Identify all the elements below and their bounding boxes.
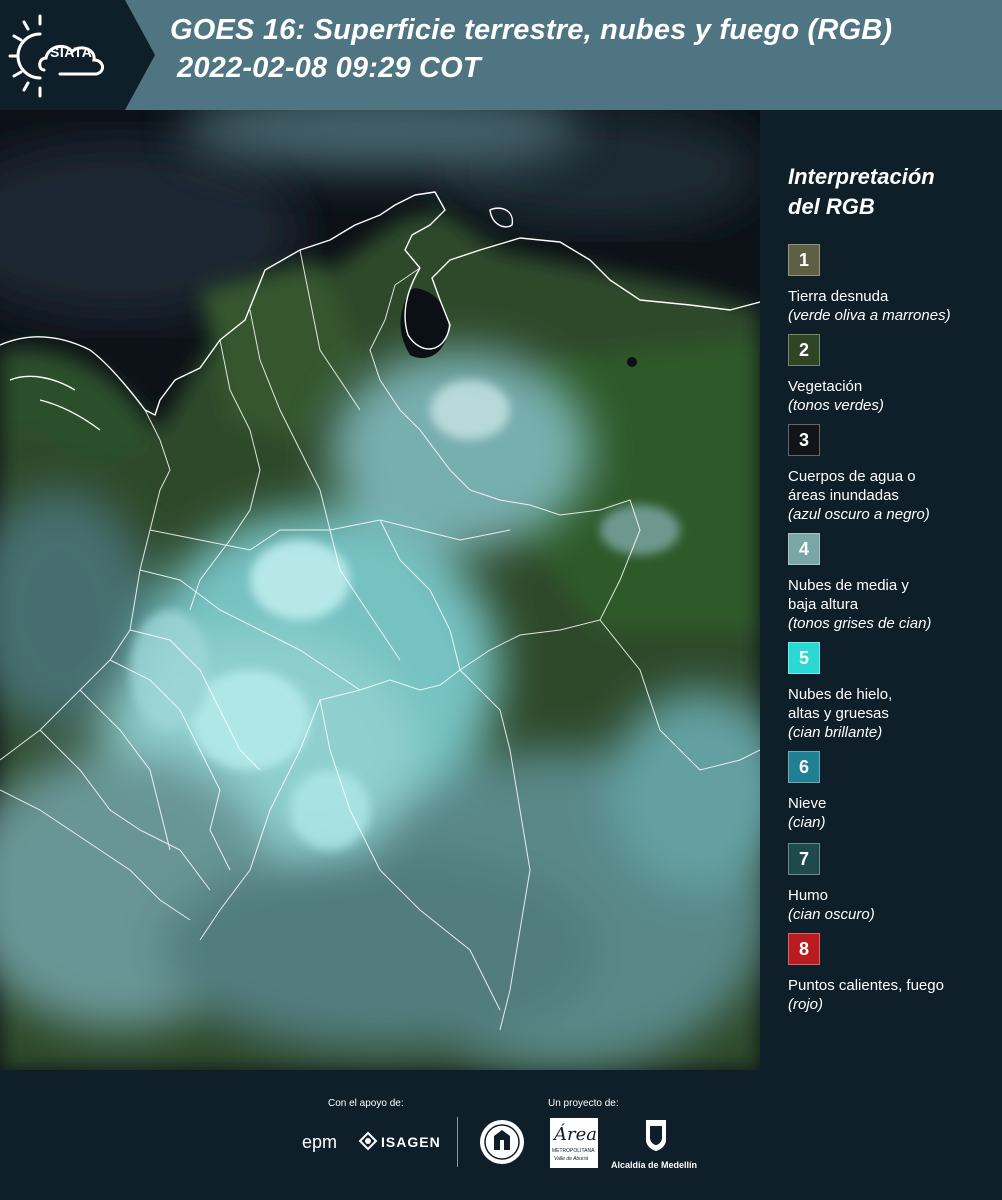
legend-item-water: 3 Cuerpos de agua o áreas inundadas (azu… [788, 424, 993, 524]
legend-label: Puntos calientes, fuego [788, 977, 944, 994]
legend-swatch: 2 [788, 334, 820, 366]
legend-note: (tonos verdes) [788, 397, 884, 414]
legend-note: (azul oscuro a negro) [788, 506, 930, 523]
epm-logo: epm [302, 1132, 338, 1152]
rgb-satellite-image [0, 110, 760, 1070]
legend-label: Nieve [788, 795, 827, 812]
legend-panel: Interpretación del RGB 1 Tierra desnuda … [760, 110, 1002, 1070]
legend-title: Interpretación del RGB [788, 162, 988, 222]
legend-item-low-clouds: 4 Nubes de media y baja altura (tonos gr… [788, 533, 993, 633]
legend-label-line2: áreas inundadas [788, 487, 899, 504]
footer: Con el apoyo de: Un proyecto de: epm ISA… [0, 1070, 1002, 1200]
legend-swatch: 6 [788, 751, 820, 783]
legend-note: (cian brillante) [788, 724, 883, 741]
legend-label-line2: baja altura [788, 596, 859, 613]
legend-note: (cian oscuro) [788, 906, 875, 923]
legend-item-vegetation: 2 Vegetación (tonos verdes) [788, 334, 993, 415]
legend-item-snow: 6 Nieve (cian) [788, 751, 993, 832]
area-metropolitana-logo: Área METROPOLITANA Valle de Aburrá [550, 1118, 598, 1168]
legend-note: (cian) [788, 814, 826, 831]
legend-title-line1: Interpretación [788, 164, 935, 189]
area-logo-sub1: METROPOLITANA [552, 1148, 595, 1154]
isagen-logo: ISAGEN [381, 1134, 441, 1150]
support-caption: Con el apoyo de: [328, 1098, 404, 1109]
legend-note: (tonos grises de cian) [788, 615, 932, 632]
legend-item-bare-land: 1 Tierra desnuda (verde oliva a marrones… [788, 244, 993, 325]
legend-label-line2: altas y gruesas [788, 705, 889, 722]
project-caption: Un proyecto de: [548, 1098, 619, 1109]
medellin-seal-icon [480, 1120, 524, 1164]
area-logo-main: Área [554, 1124, 597, 1145]
legend-item-ice-clouds: 5 Nubes de hielo, altas y gruesas (cian … [788, 642, 993, 742]
isagen-logo-icon [358, 1131, 378, 1151]
legend-note: (verde oliva a marrones) [788, 307, 951, 324]
legend-note: (rojo) [788, 996, 824, 1013]
legend-label: Tierra desnuda [788, 288, 889, 305]
legend-label: Humo [788, 887, 829, 904]
legend-item-fire: 8 Puntos calientes, fuego (rojo) [788, 933, 993, 1014]
legend-swatch: 1 [788, 244, 820, 276]
footer-divider [457, 1117, 458, 1167]
legend-swatch: 3 [788, 424, 820, 456]
legend-label: Nubes de media y [788, 577, 909, 594]
area-logo-sub2: Valle de Aburrá [554, 1156, 589, 1162]
siata-logo-text: SIATA [50, 44, 93, 60]
legend-label: Nubes de hielo, [788, 686, 893, 703]
legend-item-smoke: 7 Humo (cian oscuro) [788, 843, 993, 924]
header-banner: SIATA GOES 16: Superficie terrestre, nub… [0, 0, 1002, 110]
page-title: GOES 16: Superficie terrestre, nubes y f… [170, 14, 893, 46]
legend-swatch: 7 [788, 843, 820, 875]
legend-label: Vegetación [788, 378, 863, 395]
alcaldia-shield-icon [646, 1120, 666, 1151]
legend-swatch: 8 [788, 933, 820, 965]
page-timestamp: 2022-02-08 09:29 COT [177, 52, 481, 84]
legend-label: Cuerpos de agua o [788, 468, 916, 485]
legend-swatch: 4 [788, 533, 820, 565]
legend-swatch: 5 [788, 642, 820, 674]
alcaldia-logo: Alcaldía de Medellín [611, 1160, 698, 1170]
legend-title-line2: del RGB [788, 194, 875, 219]
satellite-map [0, 110, 760, 1070]
